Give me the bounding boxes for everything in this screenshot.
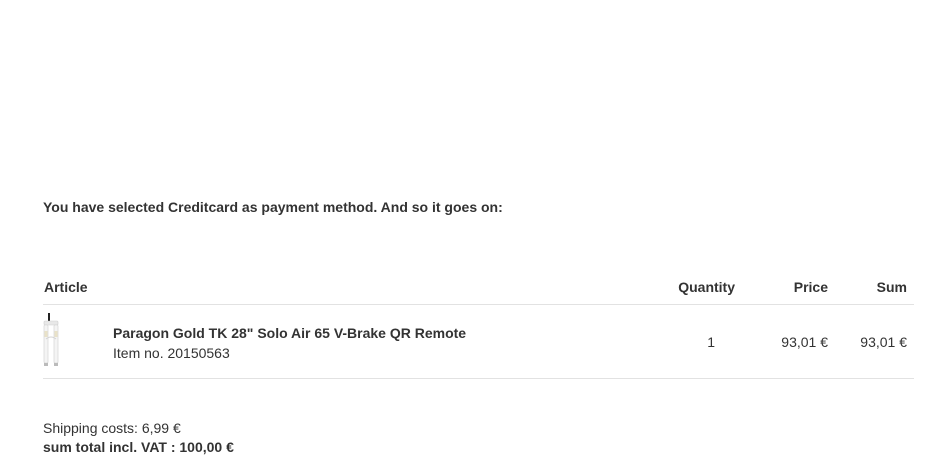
shipping-costs: Shipping costs: 6,99 € [43, 420, 181, 436]
item-price: 93,01 € [781, 334, 828, 350]
item-name: Paragon Gold TK 28" Solo Air 65 V-Brake … [113, 325, 467, 341]
item-sum: 93,01 € [860, 334, 907, 350]
order-summary-table: Article Quantity Price Sum Paragon Gold … [43, 268, 914, 379]
payment-method-message: You have selected Creditcard as payment … [43, 199, 503, 215]
header-quantity: Quantity [678, 279, 735, 295]
table-header-row: Article Quantity Price Sum [43, 268, 914, 305]
order-totals: Shipping costs: 6,99 € sum total incl. V… [43, 419, 234, 457]
item-quantity: 1 [707, 334, 715, 350]
item-number: Item no. 20150563 [113, 345, 230, 361]
grand-total: sum total incl. VAT : 100,00 € [43, 439, 234, 455]
item-info: Paragon Gold TK 28" Solo Air 65 V-Brake … [113, 324, 466, 362]
header-price: Price [793, 279, 828, 295]
header-sum: Sum [876, 279, 907, 295]
bike-fork-icon [43, 313, 63, 367]
table-row: Paragon Gold TK 28" Solo Air 65 V-Brake … [43, 305, 914, 379]
header-article: Article [44, 279, 88, 295]
